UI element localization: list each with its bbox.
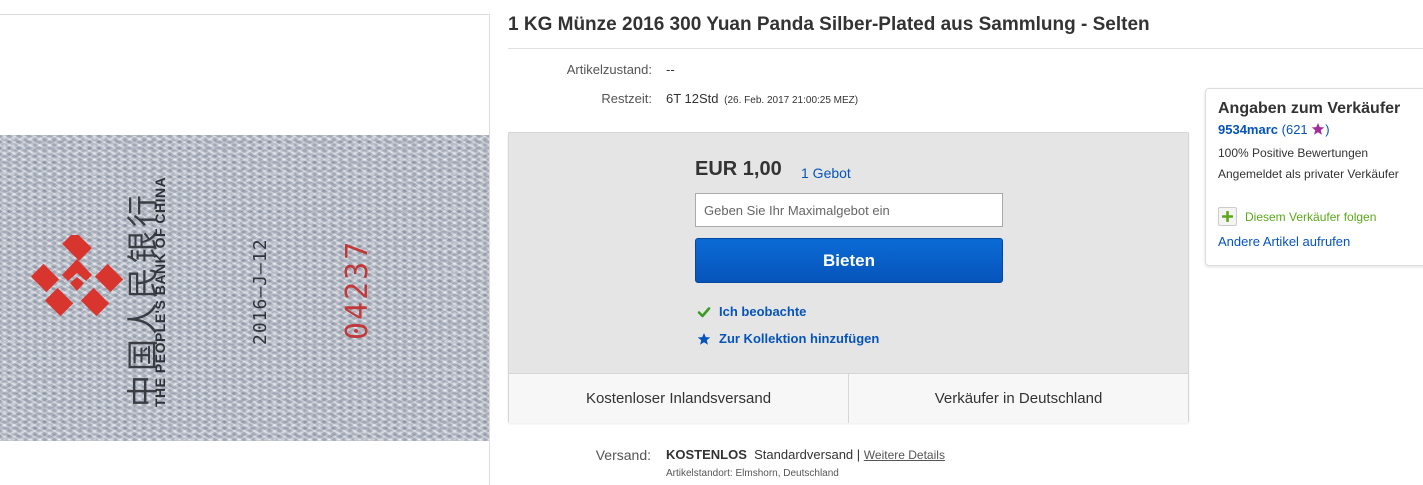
shipping-separator: | <box>856 447 861 462</box>
positive-feedback: 100% Positive Bewertungen <box>1218 146 1369 160</box>
plus-icon <box>1218 207 1237 226</box>
shipping-value: KOSTENLOS Standardversand | Weitere Deta… <box>666 447 945 462</box>
shipping-cost: KOSTENLOS <box>666 447 747 462</box>
star-icon <box>697 332 711 345</box>
shipping-label: Versand: <box>595 447 651 463</box>
bid-footer: Kostenloser Inlandsversand Verkäufer in … <box>509 373 1188 423</box>
seller-heading: Angaben zum Verkäufer <box>1218 100 1401 117</box>
free-domestic-shipping: Kostenloser Inlandsversand <box>585 390 772 407</box>
note-date-code: 2016—J—12 <box>250 238 271 345</box>
follow-seller-link[interactable]: Diesem Verkäufer folgen <box>1218 207 1376 226</box>
watching-link[interactable]: Ich beobachte <box>697 304 806 319</box>
condition-value: -- <box>666 62 675 77</box>
bank-name-english: THE PEOPLE'S BANK OF CHINA <box>152 176 168 407</box>
time-left-label: Restzeit: <box>601 91 652 106</box>
seller-registration: Angemeldet als privater Verkäufer <box>1218 167 1399 181</box>
add-to-collection-link[interactable]: Zur Kollektion hinzufügen <box>697 331 879 346</box>
watching-label: Ich beobachte <box>719 304 807 319</box>
seller-name-link[interactable]: 9534marc <box>1218 122 1278 137</box>
bank-logo-icon <box>30 235 124 317</box>
check-icon <box>697 306 711 317</box>
condition-label: Artikelzustand: <box>566 62 652 77</box>
shipping-details-link[interactable]: Weitere Details <box>864 448 945 462</box>
current-price: EUR 1,00 <box>695 158 782 180</box>
item-location: Artikelstandort: Elmshorn, Deutschland <box>666 468 839 479</box>
time-left-duration: 6T 12Std <box>666 91 719 106</box>
auction-end-time: (26. Feb. 2017 21:00:25 MEZ) <box>724 95 859 106</box>
add-to-collection-label: Zur Kollektion hinzufügen <box>719 331 880 346</box>
feedback-score-link[interactable]: 621 <box>1286 122 1308 137</box>
other-items-link[interactable]: Andere Artikel aufrufen <box>1218 234 1350 249</box>
max-bid-input[interactable] <box>695 193 1003 227</box>
follow-seller-label: Diesem Verkäufer folgen <box>1245 209 1377 224</box>
seller-location-note: Verkäufer in Deutschland <box>848 374 1188 423</box>
item-title: 1 KG Münze 2016 300 Yuan Panda Silber-Pl… <box>508 14 1150 35</box>
note-serial-number: 04237 <box>340 239 375 340</box>
item-image-panel[interactable]: 中国人民银行 THE PEOPLE'S BANK OF CHINA 2016—J… <box>0 14 490 485</box>
seller-info-box: Angaben zum Verkäufer 9534marc (621 ) 10… <box>1205 88 1423 266</box>
item-photo[interactable]: 中国人民银行 THE PEOPLE'S BANK OF CHINA 2016—J… <box>0 135 489 441</box>
feedback-close-paren: ) <box>1325 122 1330 137</box>
time-left-value: 6T 12Std (26. Feb. 2017 21:00:25 MEZ) <box>666 91 858 106</box>
place-bid-button[interactable]: Bieten <box>695 238 1003 283</box>
bid-count-link[interactable]: 1 Gebot <box>801 165 851 181</box>
title-divider <box>508 48 1423 49</box>
bid-box: EUR 1,00 1 Gebot Bieten Ich beobachte Zu… <box>508 132 1189 423</box>
shipping-method: Standardversand <box>754 447 854 462</box>
seller-identity: 9534marc (621 ) <box>1218 122 1330 137</box>
star-icon <box>1312 123 1325 135</box>
